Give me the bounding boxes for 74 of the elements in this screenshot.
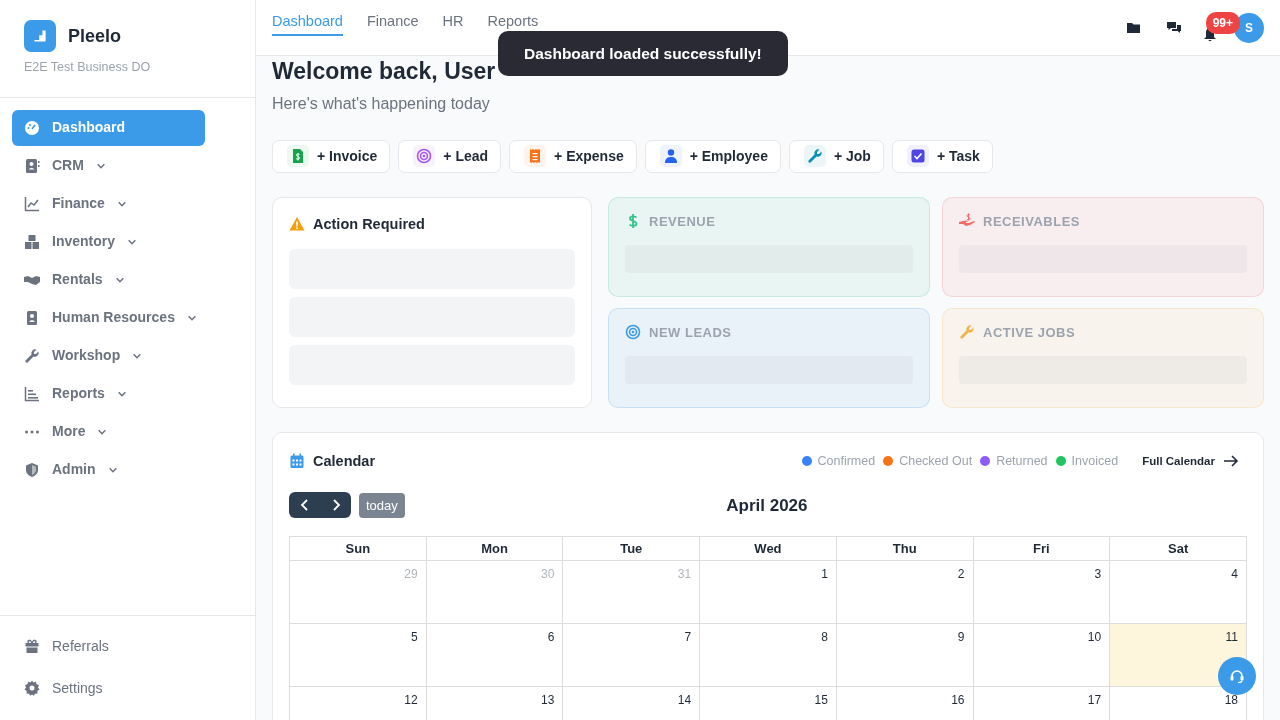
gift-icon xyxy=(24,638,40,654)
stat-label: RECEIVABLES xyxy=(983,212,1080,231)
previous-button[interactable] xyxy=(289,492,320,519)
legend-label: Confirmed xyxy=(817,453,876,471)
logo-mark-icon xyxy=(32,28,48,44)
month-title: April 2026 xyxy=(725,494,809,517)
weekday-header: Fri xyxy=(973,536,1110,561)
sidebar-item[interactable]: CRM xyxy=(12,147,205,184)
stat-label: REVENUE xyxy=(649,212,716,231)
card-title: Calendar xyxy=(313,451,376,471)
sidebar-item[interactable]: Settings xyxy=(12,668,205,708)
today-button[interactable]: today xyxy=(359,492,405,519)
sidebar-item[interactable]: Inventory xyxy=(12,223,205,260)
calendar-day[interactable]: 2 xyxy=(836,560,973,624)
chat-icon xyxy=(1166,19,1182,36)
legend-label: Checked Out xyxy=(899,453,973,471)
weekday-header: Wed xyxy=(699,536,837,561)
sidebar-item[interactable]: Workshop xyxy=(12,337,205,374)
nav-tab[interactable]: Finance xyxy=(366,10,419,37)
line-chart-icon xyxy=(24,195,40,212)
headset-icon xyxy=(1229,667,1245,685)
weekday-header: Thu xyxy=(836,536,973,561)
calendar-day[interactable]: 10 xyxy=(973,623,1110,687)
calendar-day[interactable]: 7 xyxy=(562,623,700,687)
legend-label: Returned xyxy=(996,453,1048,471)
quick-action-button[interactable]: + Expense xyxy=(509,139,637,173)
calendar-day[interactable]: 9 xyxy=(836,623,973,687)
id-badge-icon xyxy=(24,309,40,326)
sidebar-item[interactable]: Referrals xyxy=(12,626,205,666)
stat-label: NEW LEADS xyxy=(649,323,732,342)
sidebar-item[interactable]: Rentals xyxy=(12,261,205,298)
brand-name: Pleelo xyxy=(68,24,122,48)
warning-icon xyxy=(289,216,305,233)
quick-action-button[interactable]: + Employee xyxy=(644,139,781,173)
calendar-day[interactable]: 12 xyxy=(289,686,427,720)
quick-action-button[interactable]: + Invoice xyxy=(272,139,391,173)
notification-badge: 99+ xyxy=(1205,12,1240,34)
contact-card-icon xyxy=(24,157,40,174)
calendar-day[interactable]: 4 xyxy=(1109,560,1247,624)
sidebar-item[interactable]: Finance xyxy=(12,185,205,222)
settings-icon xyxy=(24,680,40,696)
sidebar-item[interactable]: Admin xyxy=(12,451,205,488)
success-toast: Dashboard loaded successfully! xyxy=(498,31,788,77)
next-button[interactable] xyxy=(320,492,351,519)
quick-action-button[interactable]: + Task xyxy=(891,139,993,173)
weekday-header: Sun xyxy=(289,536,427,561)
wrench-icon xyxy=(24,347,40,364)
stat-label: ACTIVE JOBS xyxy=(983,323,1076,342)
calendar-day[interactable]: 8 xyxy=(699,623,837,687)
legend-label: Invoiced xyxy=(1071,453,1119,471)
full-calendar-link[interactable]: Full Calendar xyxy=(1142,452,1239,471)
bar-chart-icon xyxy=(24,385,40,402)
nav-tab[interactable]: HR xyxy=(442,10,464,37)
weekday-header: Mon xyxy=(426,536,563,561)
sidebar-item[interactable]: Human Resources xyxy=(12,299,209,336)
quick-action-button[interactable]: + Lead xyxy=(398,139,502,173)
calendar-icon xyxy=(289,453,305,470)
quick-action-button[interactable]: + Job xyxy=(788,139,884,173)
page-subtitle: Here's what's happening today xyxy=(272,93,491,114)
sidebar-item[interactable]: Reports xyxy=(12,375,205,412)
card-title: Action Required xyxy=(313,214,425,234)
calendar-day[interactable]: 5 xyxy=(289,623,427,687)
weekday-header: Tue xyxy=(562,536,700,561)
business-name: E2E Test Business DO xyxy=(24,59,152,76)
calendar-day[interactable]: 3 xyxy=(973,560,1110,624)
boxes-icon xyxy=(24,233,40,250)
sidebar-item[interactable]: More xyxy=(12,413,205,450)
calendar-day[interactable]: 6 xyxy=(426,623,563,687)
gauge-icon xyxy=(24,119,40,136)
page-title: Welcome back, User xyxy=(272,58,497,86)
more-icon xyxy=(24,429,40,434)
calendar-day[interactable]: 1 xyxy=(699,560,837,624)
weekday-header: Sat xyxy=(1109,536,1247,561)
shield-icon xyxy=(24,461,40,478)
